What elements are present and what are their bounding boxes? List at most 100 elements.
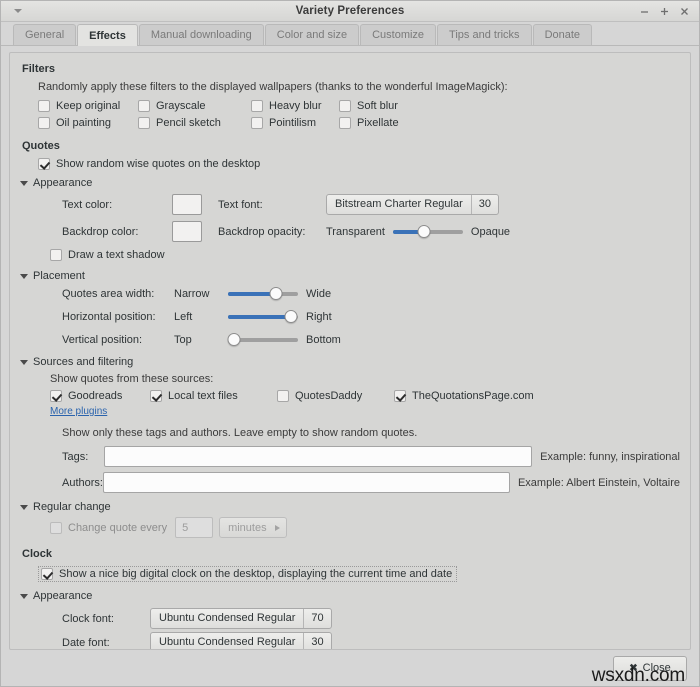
show-clock-checkbox-row[interactable]: Show a nice big digital clock on the des…: [38, 566, 457, 582]
clock-font-button[interactable]: Ubuntu Condensed Regular 70: [150, 608, 332, 629]
tab-general[interactable]: General: [13, 24, 76, 45]
filter-pixellate[interactable]: Pixellate: [339, 117, 449, 129]
filter-grayscale[interactable]: Grayscale: [138, 100, 251, 112]
filters-description: Randomly apply these filters to the disp…: [38, 81, 680, 93]
filter-keep-original[interactable]: Keep original: [38, 100, 138, 112]
checkbox-icon[interactable]: [277, 390, 289, 402]
checkbox-icon[interactable]: [38, 117, 50, 129]
filter-label: Pencil sketch: [156, 117, 221, 129]
vertical-min-label: Top: [174, 334, 220, 346]
backdrop-color-swatch[interactable]: [172, 221, 202, 242]
checkbox-icon[interactable]: [138, 117, 150, 129]
horizontal-min-label: Left: [174, 311, 220, 323]
checkbox-icon[interactable]: [394, 390, 406, 402]
checkbox-icon[interactable]: [50, 390, 62, 402]
clock-appearance-disclosure[interactable]: Appearance: [20, 590, 680, 602]
slider-fill: [228, 315, 291, 319]
horizontal-position-slider[interactable]: [228, 310, 298, 324]
filter-oil-painting[interactable]: Oil painting: [38, 117, 138, 129]
tab-donate[interactable]: Donate: [533, 24, 592, 45]
more-plugins-link[interactable]: More plugins: [50, 406, 107, 417]
sources-disclosure[interactable]: Sources and filtering: [20, 356, 680, 368]
filter-pencil-sketch[interactable]: Pencil sketch: [138, 117, 251, 129]
slider-knob[interactable]: [269, 287, 282, 300]
slider-knob[interactable]: [418, 225, 431, 238]
checkbox-icon[interactable]: [138, 100, 150, 112]
tab-manual-downloading[interactable]: Manual downloading: [139, 24, 264, 45]
tab-effects[interactable]: Effects: [77, 24, 138, 46]
window-menu-button[interactable]: [1, 1, 35, 21]
source-quotesdaddy[interactable]: QuotesDaddy: [277, 390, 394, 402]
date-font-row: Date font: Ubuntu Condensed Regular 30: [62, 632, 680, 650]
chevron-down-icon: [20, 360, 28, 365]
checkbox-icon[interactable]: [251, 100, 263, 112]
backdrop-color-row: Backdrop color: Backdrop opacity: Transp…: [62, 221, 680, 242]
source-local-text-files[interactable]: Local text files: [150, 390, 277, 402]
checkbox-icon[interactable]: [38, 158, 50, 170]
checkbox-icon[interactable]: [50, 249, 62, 261]
close-button[interactable]: ✖ Close: [613, 656, 687, 681]
text-shadow-label: Draw a text shadow: [68, 249, 165, 261]
source-thequotationspage[interactable]: TheQuotationsPage.com: [394, 390, 534, 402]
checkbox-icon[interactable]: [50, 522, 62, 534]
placement-disclosure[interactable]: Placement: [20, 270, 680, 282]
filter-label: Pixellate: [357, 117, 399, 129]
maximize-icon[interactable]: [658, 5, 671, 18]
chevron-right-icon: [275, 525, 280, 531]
change-quote-unit-select[interactable]: minutes: [219, 517, 287, 538]
quotes-area-width-row: Quotes area width: Narrow Wide: [62, 287, 680, 301]
date-font-label: Date font:: [62, 637, 150, 649]
tags-row: Tags: Example: funny, inspirational: [62, 446, 680, 467]
source-goodreads[interactable]: Goodreads: [50, 390, 150, 402]
checkbox-icon[interactable]: [150, 390, 162, 402]
change-quote-interval-input[interactable]: 5: [175, 517, 213, 538]
slider-knob[interactable]: [285, 310, 298, 323]
sources-label: Sources and filtering: [33, 356, 133, 368]
clock-appearance-label: Appearance: [33, 590, 92, 602]
source-label: QuotesDaddy: [295, 390, 362, 402]
tags-input[interactable]: [104, 446, 532, 467]
quotes-section-title: Quotes: [22, 140, 680, 152]
tab-customize[interactable]: Customize: [360, 24, 436, 45]
text-color-row: Text color: Text font: Bitstream Charter…: [62, 194, 680, 215]
close-icon[interactable]: [678, 5, 691, 18]
slider-knob[interactable]: [227, 333, 240, 346]
date-font-button[interactable]: Ubuntu Condensed Regular 30: [150, 632, 332, 650]
change-quote-label: Change quote every: [68, 522, 167, 534]
authors-label: Authors:: [62, 477, 103, 489]
filter-pointilism[interactable]: Pointilism: [251, 117, 339, 129]
filter-label: Keep original: [56, 100, 120, 112]
checkbox-icon[interactable]: [339, 100, 351, 112]
quotes-appearance-disclosure[interactable]: Appearance: [20, 177, 680, 189]
chevron-down-icon: [20, 181, 28, 186]
authors-input[interactable]: [103, 472, 510, 493]
chevron-down-icon: [20, 594, 28, 599]
quotes-area-width-slider[interactable]: [228, 287, 298, 301]
regular-change-disclosure[interactable]: Regular change: [20, 501, 680, 513]
clock-font-size: 70: [303, 609, 330, 628]
checkbox-icon[interactable]: [251, 117, 263, 129]
show-quotes-checkbox-row[interactable]: Show random wise quotes on the desktop: [38, 158, 680, 170]
opacity-min-label: Transparent: [326, 226, 385, 238]
backdrop-opacity-slider[interactable]: [393, 225, 463, 239]
checkbox-icon[interactable]: [38, 100, 50, 112]
source-label: Local text files: [168, 390, 238, 402]
authors-row: Authors: Example: Albert Einstein, Volta…: [62, 472, 680, 493]
text-font-button[interactable]: Bitstream Charter Regular 30: [326, 194, 499, 215]
filter-heavy-blur[interactable]: Heavy blur: [251, 100, 339, 112]
tab-tips-and-tricks[interactable]: Tips and tricks: [437, 24, 532, 45]
checkbox-icon[interactable]: [339, 117, 351, 129]
show-quotes-label: Show random wise quotes on the desktop: [56, 158, 260, 170]
source-label: Goodreads: [68, 390, 122, 402]
vertical-position-row: Vertical position: Top Bottom: [62, 333, 680, 347]
filter-soft-blur[interactable]: Soft blur: [339, 100, 449, 112]
text-color-swatch[interactable]: [172, 194, 202, 215]
checkbox-icon[interactable]: [41, 568, 53, 580]
placement-label: Placement: [33, 270, 85, 282]
tab-color-and-size[interactable]: Color and size: [265, 24, 359, 45]
text-shadow-checkbox-row[interactable]: Draw a text shadow: [50, 249, 680, 261]
close-x-icon: ✖: [629, 663, 637, 674]
vertical-position-label: Vertical position:: [62, 334, 174, 346]
minimize-icon[interactable]: [638, 5, 651, 18]
vertical-position-slider[interactable]: [228, 333, 298, 347]
